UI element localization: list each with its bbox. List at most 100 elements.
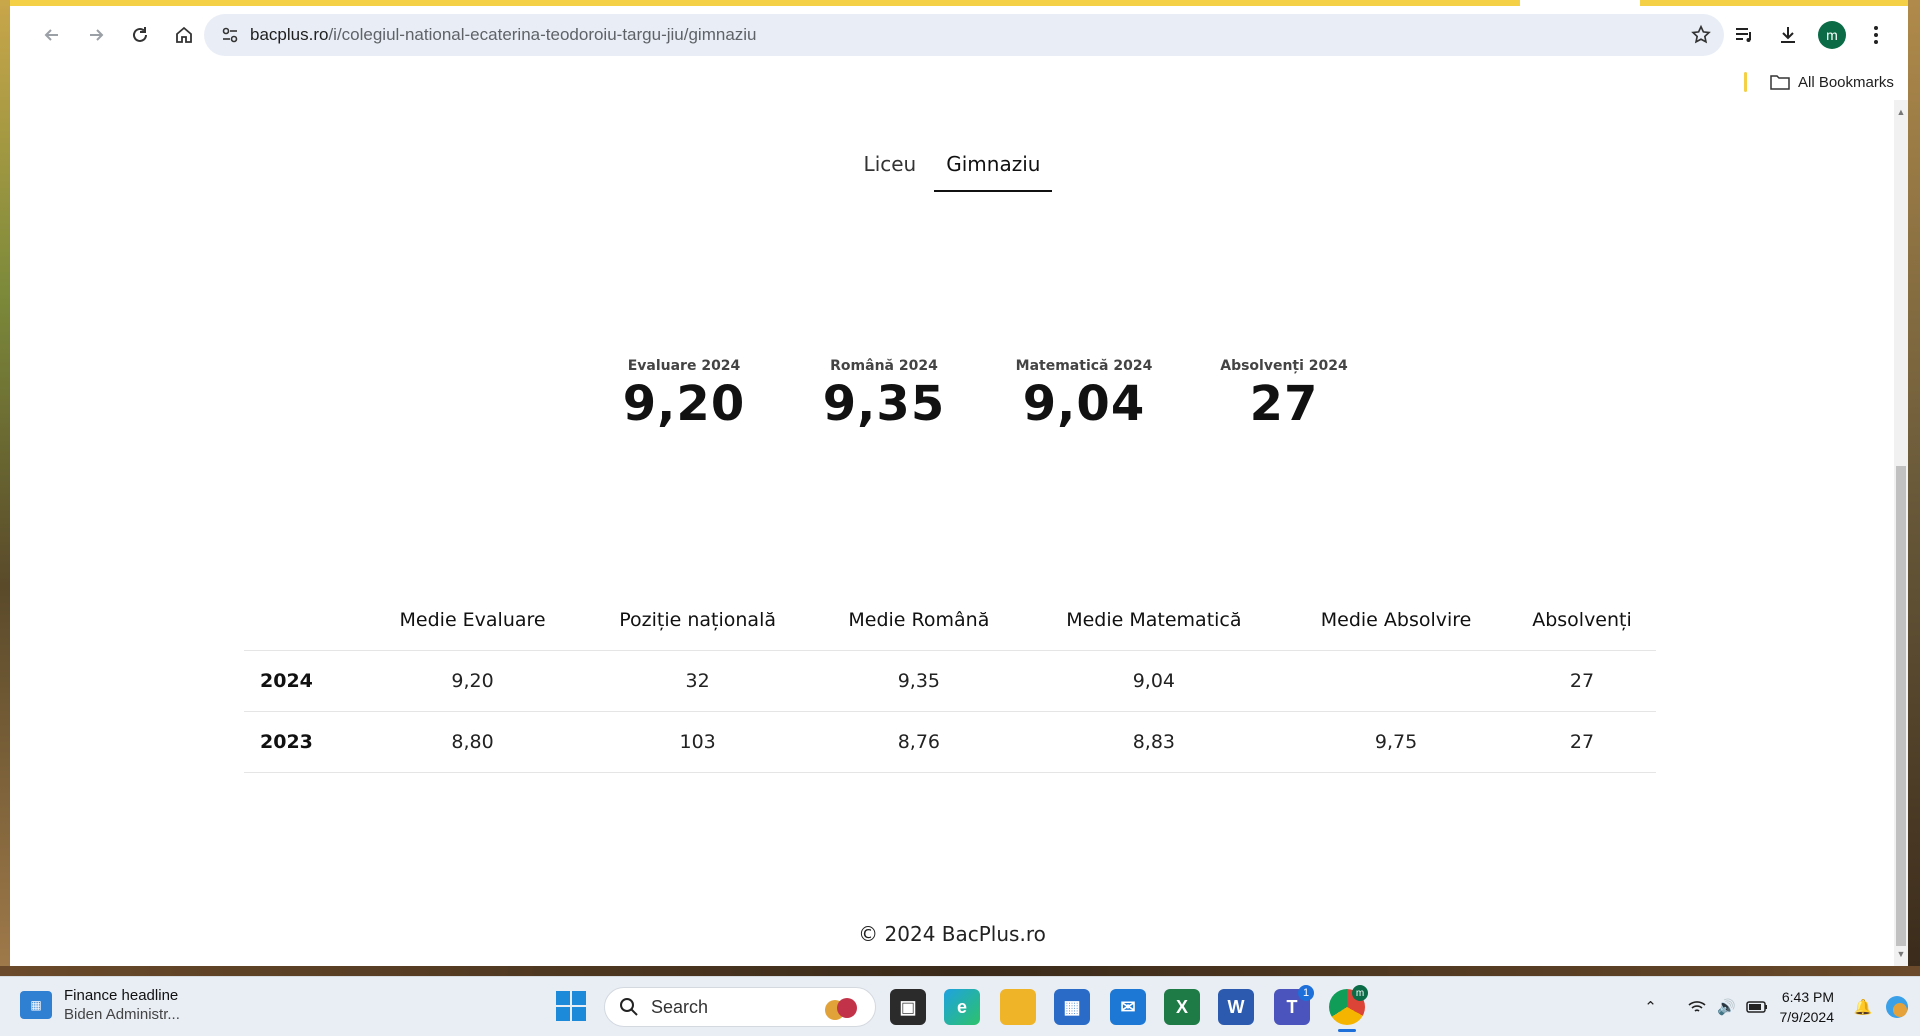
stats-summary: Evaluare 2024 9,20 Română 2024 9,35 Mate…	[584, 358, 1384, 432]
table-row: 2024 9,20 32 9,35 9,04 27	[244, 649, 1656, 711]
back-button[interactable]	[30, 13, 74, 57]
edge-icon[interactable]: e	[944, 989, 980, 1025]
folder-icon	[1770, 75, 1790, 90]
home-button[interactable]	[162, 13, 206, 57]
all-bookmarks-label: All Bookmarks	[1798, 73, 1894, 91]
stat-absolventi: Absolvenți 2024 27	[1184, 358, 1384, 432]
tab-gimnaziu[interactable]: Gimnaziu	[934, 148, 1053, 192]
page-content: Liceu Gimnaziu Evaluare 2024 9,20 Română…	[10, 100, 1894, 966]
profile-button[interactable]: m	[1810, 13, 1854, 57]
clock-date: 7/9/2024	[1779, 1009, 1835, 1025]
windows-logo-icon	[572, 991, 586, 1005]
table-cell: 8,83	[1023, 710, 1285, 773]
column-header: Medie Absolvire	[1320, 608, 1472, 631]
table-header-row: Medie Evaluare Poziție națională Medie R…	[244, 590, 1656, 650]
mail-icon[interactable]: ✉	[1110, 989, 1146, 1025]
site-info-button[interactable]	[210, 14, 250, 56]
table-row: 2023 8,80 103 8,76 8,83 9,75 27	[244, 710, 1656, 773]
browser-menu-button[interactable]	[1854, 13, 1898, 57]
bookmark-star-icon[interactable]	[1690, 24, 1712, 46]
back-arrow-icon	[44, 29, 58, 41]
reload-icon	[133, 27, 147, 42]
search-highlight-icon	[825, 998, 857, 1020]
bookmarks-separator	[1744, 72, 1747, 92]
column-header: Absolvenți	[1532, 608, 1632, 631]
scroll-up-arrow-icon[interactable]: ▲	[1894, 104, 1908, 120]
table-cell: 27	[1507, 649, 1656, 711]
stat-label: Matematică 2024	[1015, 358, 1153, 374]
table-cell: 8,80	[364, 710, 582, 773]
stat-label: Evaluare 2024	[627, 358, 741, 374]
reload-button[interactable]	[118, 13, 162, 57]
browser-toolbar: bacplus.ro/i/colegiul-national-ecaterina…	[10, 6, 1908, 64]
tune-icon	[222, 27, 238, 43]
chevron-up-icon[interactable]: ⌃	[1636, 992, 1666, 1022]
stat-value: 9,35	[822, 376, 946, 432]
level-tabs: Liceu Gimnaziu	[10, 148, 1894, 192]
stat-value: 9,04	[1022, 376, 1146, 432]
battery-icon[interactable]	[1742, 992, 1772, 1022]
windows-logo-icon	[556, 1007, 570, 1021]
playlist-icon	[1736, 28, 1751, 42]
start-button[interactable]	[556, 991, 586, 1021]
microsoft-store-icon[interactable]: ▦	[1054, 989, 1090, 1025]
file-explorer-icon[interactable]	[1000, 989, 1036, 1025]
table-cell: 8,76	[814, 710, 1024, 773]
column-header: Poziție națională	[619, 608, 776, 631]
downloads-button[interactable]	[1766, 13, 1810, 57]
url-text[interactable]: bacplus.ro/i/colegiul-national-ecaterina…	[250, 25, 757, 45]
table-cell: 9,75	[1284, 710, 1508, 773]
clock[interactable]: 6:43 PM 7/9/2024	[1780, 987, 1835, 1027]
table-cell-year: 2024	[244, 649, 364, 711]
forward-arrow-icon	[90, 29, 104, 41]
desktop-wallpaper	[1908, 0, 1920, 975]
scroll-thumb[interactable]	[1896, 466, 1906, 946]
word-icon[interactable]: W	[1218, 989, 1254, 1025]
table-cell: 103	[581, 710, 815, 773]
tab-liceu[interactable]: Liceu	[852, 148, 929, 192]
page-footer: © 2024 BacPlus.ro	[858, 922, 1046, 946]
taskbar-search[interactable]: Search	[604, 987, 876, 1027]
excel-icon[interactable]: X	[1164, 989, 1200, 1025]
column-header: Medie Evaluare	[399, 608, 546, 631]
more-vert-icon	[1874, 26, 1878, 44]
desktop-wallpaper	[0, 0, 10, 975]
browser-window: bacplus.ro/i/colegiul-national-ecaterina…	[10, 0, 1908, 966]
table-cell	[1284, 649, 1508, 711]
stat-label: Română 2024	[830, 358, 938, 374]
table-cell: 9,35	[814, 649, 1024, 711]
column-header: Medie Matematică	[1066, 608, 1242, 631]
wifi-icon[interactable]	[1682, 992, 1712, 1022]
table-cell: 32	[581, 649, 815, 711]
copilot-icon[interactable]	[1882, 992, 1912, 1022]
url-path: /i/colegiul-national-ecaterina-teodoroiu…	[328, 25, 757, 44]
download-icon	[1781, 27, 1795, 43]
column-header: Medie Română	[848, 608, 990, 631]
bookmarks-bar: All Bookmarks	[10, 64, 1908, 100]
all-bookmarks-button[interactable]: All Bookmarks	[1770, 70, 1894, 94]
news-widget[interactable]: ▦ Finance headline Biden Administr...	[20, 987, 180, 1023]
stat-value: 27	[1249, 376, 1319, 432]
stat-value: 9,20	[622, 376, 746, 432]
task-view-icon[interactable]: ▣	[890, 989, 926, 1025]
url-host: bacplus.ro	[250, 25, 329, 44]
volume-icon[interactable]: 🔊	[1712, 992, 1742, 1022]
notifications-icon[interactable]: 🔔	[1848, 992, 1878, 1022]
stat-evaluare: Evaluare 2024 9,20	[584, 358, 784, 432]
news-title: Finance headline	[64, 987, 179, 1004]
address-bar[interactable]: bacplus.ro/i/colegiul-national-ecaterina…	[204, 14, 1724, 56]
media-queue-button[interactable]	[1722, 13, 1766, 57]
forward-button[interactable]	[74, 13, 118, 57]
vertical-scrollbar[interactable]: ▲ ▼	[1894, 100, 1908, 966]
desktop-wallpaper	[0, 966, 1920, 976]
table-cell: 9,04	[1023, 649, 1285, 711]
table-cell: 9,20	[364, 649, 582, 711]
scroll-down-arrow-icon[interactable]: ▼	[1894, 946, 1908, 962]
windows-logo-icon	[572, 1007, 586, 1021]
widgets-icon: ▦	[20, 991, 52, 1019]
column-header	[244, 590, 364, 650]
windows-logo-icon	[556, 991, 570, 1005]
stat-label: Absolvenți 2024	[1220, 358, 1348, 374]
clock-time: 6:43 PM	[1781, 989, 1834, 1005]
search-placeholder: Search	[651, 996, 709, 1017]
